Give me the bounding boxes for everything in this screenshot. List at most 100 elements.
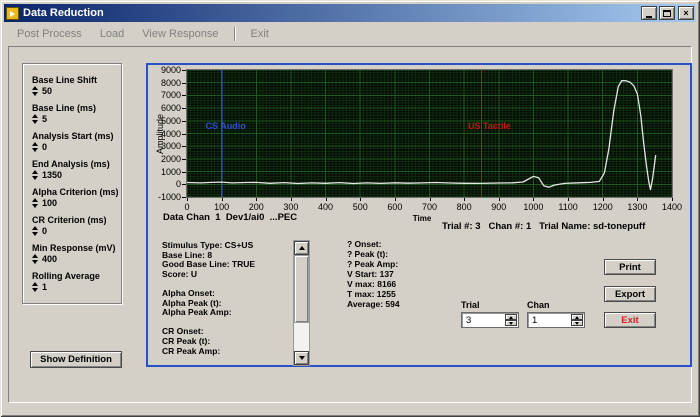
data-channel-label: Data Chan 1 Dev1/ai0 ...PEC (163, 212, 298, 223)
chan-decrement-button[interactable] (571, 320, 583, 326)
y-tick-label: 3000 (160, 141, 181, 152)
increment-decrement-icon[interactable] (32, 170, 38, 180)
y-tick-mark (182, 197, 186, 198)
scrollbar-down-button[interactable] (294, 351, 309, 365)
arrow-up-icon (298, 246, 305, 250)
param-field-value: 1 (42, 282, 48, 292)
trial-input[interactable]: 3 (461, 312, 519, 328)
arrow-down-icon (32, 148, 38, 152)
x-tick-mark (637, 198, 639, 201)
menu-bar: Post Process Load View Response Exit (4, 22, 696, 45)
increment-decrement-icon[interactable] (32, 142, 38, 152)
parameters-panel: Base Line Shift 50 Base Line (ms) 5 Analysis… (22, 63, 122, 304)
param-field: CR Criterion (ms) 0 (32, 215, 121, 243)
menu-separator (233, 26, 236, 41)
x-tick-mark (221, 198, 223, 201)
param-field: Analysis Start (ms) 0 (32, 131, 121, 159)
stats-scrollbar[interactable] (293, 240, 310, 366)
window-title: Data Reduction (23, 7, 104, 19)
show-definition-button[interactable]: Show Definition (30, 351, 122, 368)
increment-decrement-icon[interactable] (32, 226, 38, 236)
param-field-value: 50 (42, 86, 53, 96)
arrow-up-icon (32, 282, 38, 286)
title-bar: Data Reduction × (4, 4, 696, 22)
app-window: Data Reduction × Post Process Load View Re… (0, 0, 700, 417)
minimize-button[interactable] (641, 6, 657, 20)
menu-item-post-process[interactable]: Post Process (8, 25, 91, 43)
increment-decrement-icon[interactable] (32, 282, 38, 292)
x-tick-mark (672, 198, 673, 201)
stats-left-line: Score: U (162, 268, 197, 279)
trial-info-label: Trial #: 3 Chan #: 1 Trial Name: sd-tone… (442, 221, 646, 232)
param-field-label: Base Line Shift (32, 75, 98, 85)
chan-control: Chan 1 (527, 300, 585, 328)
arrow-down-icon (32, 120, 38, 124)
stats-text-right: ? Onset:? Peak (t):? Peak Amp: V Start: 1… (347, 239, 400, 309)
stats-right-line: V Start: 137 (347, 269, 394, 279)
param-field-label: Min Response (mV) (32, 243, 116, 253)
x-tick-mark (429, 198, 431, 201)
param-field-value: 5 (42, 114, 48, 124)
y-tick-label: 5000 (160, 115, 181, 126)
param-field-input[interactable]: 400 (32, 254, 121, 264)
arrow-down-icon (32, 260, 38, 264)
stats-left-line: Alpha Peak Amp: (162, 307, 232, 318)
exit-button[interactable]: Exit (604, 312, 656, 328)
y-tick-mark (182, 108, 186, 110)
param-field-input[interactable]: 1 (32, 282, 121, 292)
menu-item-exit[interactable]: Exit (242, 25, 278, 43)
y-tick-mark (182, 133, 186, 135)
scrollbar-up-button[interactable] (294, 241, 309, 255)
print-button[interactable]: Print (604, 259, 656, 275)
stats-right-line: Average: 594 (347, 299, 400, 309)
x-tick-mark (256, 198, 258, 201)
chan-input[interactable]: 1 (527, 312, 585, 328)
y-tick-label: -1000 (157, 192, 181, 202)
param-field-input[interactable]: 0 (32, 226, 121, 236)
y-tick-label: 8000 (160, 77, 181, 88)
increment-decrement-icon[interactable] (32, 86, 38, 96)
param-field-input[interactable]: 1350 (32, 170, 121, 180)
param-field-input[interactable]: 5 (32, 114, 121, 124)
menu-item-load[interactable]: Load (91, 25, 133, 43)
param-field-label: End Analysis (ms) (32, 159, 110, 169)
increment-decrement-icon[interactable] (32, 254, 38, 264)
param-field-value: 100 (42, 198, 58, 208)
x-tick-mark (187, 198, 188, 201)
menu-item-view-response[interactable]: View Response (133, 25, 227, 43)
param-field-label: Base Line (ms) (32, 103, 97, 113)
param-field-input[interactable]: 50 (32, 86, 121, 96)
x-tick-label: 1400 (661, 202, 683, 212)
param-field-value: 400 (42, 254, 58, 264)
y-tick-mark (182, 120, 186, 122)
arrow-up-icon (32, 198, 38, 202)
x-tick-mark (394, 198, 396, 201)
y-tick-mark (182, 146, 186, 148)
arrow-up-icon (32, 142, 38, 146)
param-field-input[interactable]: 100 (32, 198, 121, 208)
param-field-value: 0 (42, 142, 48, 152)
y-tick-label: 9000 (160, 65, 181, 75)
y-tick-label: 6000 (160, 103, 181, 114)
increment-decrement-icon[interactable] (32, 198, 38, 208)
increment-decrement-icon[interactable] (32, 114, 38, 124)
param-field-label: CR Criterion (ms) (32, 215, 107, 225)
trial-label: Trial (461, 300, 480, 310)
y-tick-mark (182, 95, 186, 97)
param-field: End Analysis (ms) 1350 (32, 159, 121, 187)
chan-label: Chan (527, 300, 550, 310)
param-field-input[interactable]: 0 (32, 142, 121, 152)
trial-decrement-button[interactable] (505, 320, 517, 326)
maximize-button[interactable] (659, 6, 675, 20)
x-tick-mark (568, 198, 570, 201)
param-field-label: Rolling Average (32, 271, 100, 281)
param-field: Base Line Shift 50 (32, 75, 121, 103)
stats-right-line: ? Peak Amp: (347, 259, 399, 269)
x-tick-mark (602, 198, 604, 201)
us-tactile-marker-label: US Tactile (468, 121, 511, 131)
x-tick-mark (533, 198, 535, 201)
export-button[interactable]: Export (604, 286, 656, 302)
arrow-up-icon (32, 170, 38, 174)
scrollbar-thumb[interactable] (294, 255, 309, 323)
close-button[interactable]: × (678, 6, 694, 20)
